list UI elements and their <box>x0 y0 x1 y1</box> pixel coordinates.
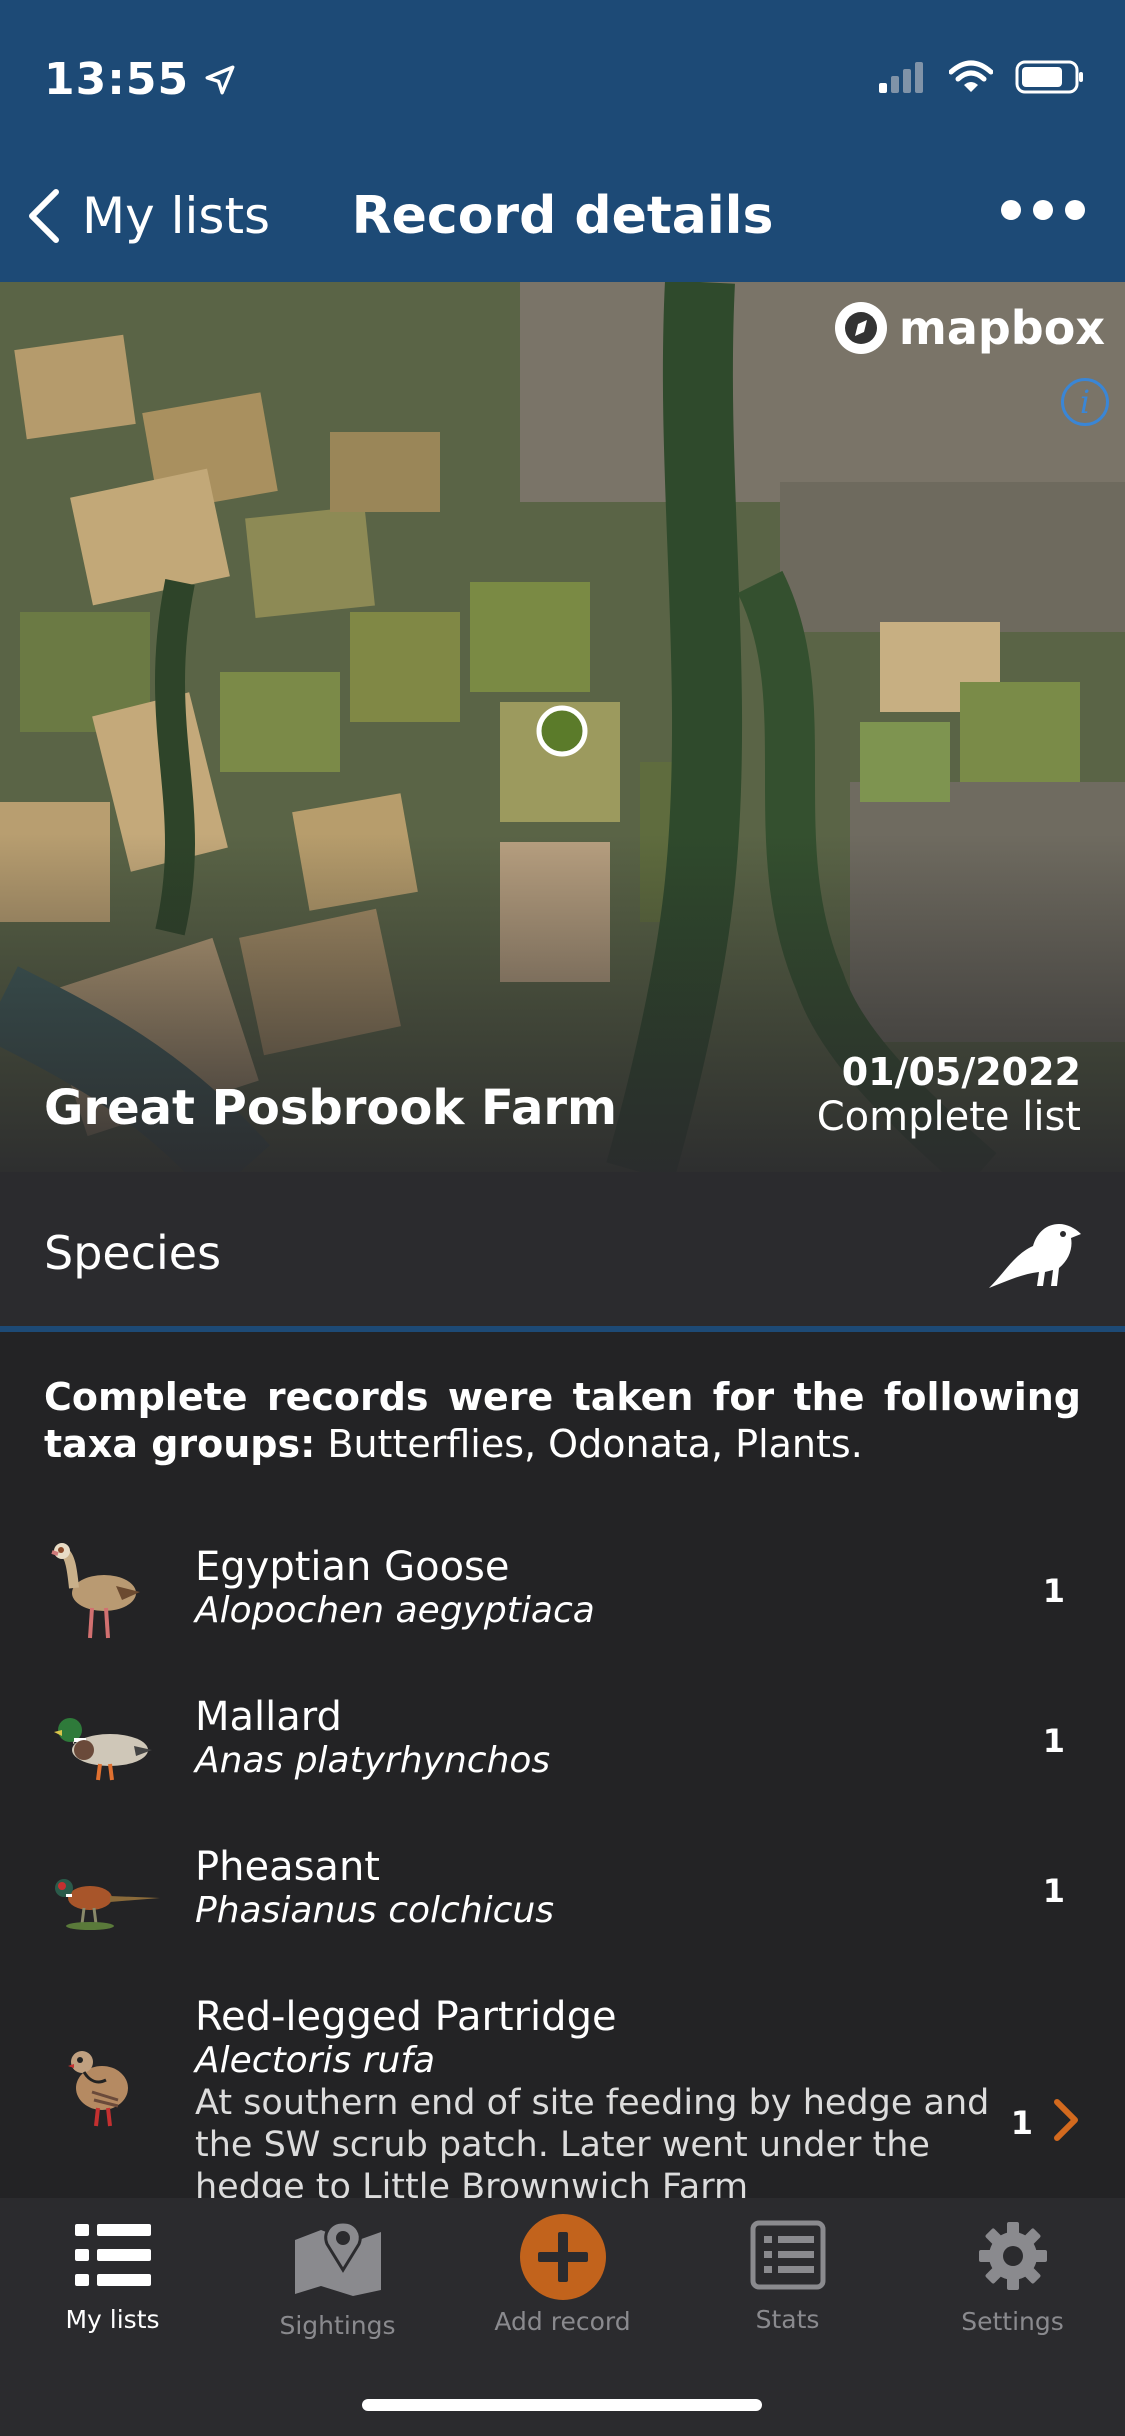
species-latin-name: Phasianus colchicus <box>195 1890 555 1931</box>
species-row-mallard[interactable]: Mallard Anas platyrhynchos 1 <box>0 1670 1125 1820</box>
species-count: 1 <box>1042 1572 1065 1610</box>
status-time: 13:55 <box>44 54 237 105</box>
species-latin-name: Anas platyrhynchos <box>195 1740 551 1781</box>
map-imagery <box>0 282 1125 1172</box>
species-row-pheasant[interactable]: Pheasant Phasianus colchicus 1 <box>0 1820 1125 1970</box>
tab-label: Settings <box>961 2307 1064 2336</box>
location-name: Great Posbrook Farm <box>44 1080 618 1136</box>
more-options-button[interactable] <box>1001 200 1085 220</box>
species-common-name: Pheasant <box>195 1844 380 1890</box>
species-note: At southern end of site feeding by hedge… <box>195 2083 990 2207</box>
app-header: 13:55 My lists Record details <box>0 0 1125 282</box>
species-row-red-legged-partridge[interactable]: Red-legged Partridge Alectoris rufa At s… <box>0 1970 1125 2207</box>
signal-icon <box>879 62 923 93</box>
satellite-map[interactable] <box>0 282 1125 1172</box>
species-count: 1 <box>1042 1872 1065 1910</box>
mapbox-logo: mapbox <box>833 300 1105 356</box>
record-list-type: Complete list <box>816 1094 1081 1140</box>
tab-settings[interactable]: Settings <box>900 2220 1125 2336</box>
tab-label: Add record <box>494 2307 631 2336</box>
location-arrow-icon <box>205 65 235 94</box>
battery-icon <box>1015 60 1083 94</box>
species-count: 1 <box>1010 2104 1033 2142</box>
map-marker-icon <box>294 2220 381 2296</box>
tab-sightings[interactable]: Sightings <box>225 2220 450 2340</box>
plus-circle-icon <box>519 2214 606 2300</box>
species-section-title: Species <box>44 1226 222 1280</box>
tab-label: Sightings <box>279 2311 396 2340</box>
mapbox-logo-icon <box>834 302 887 354</box>
bird-icon <box>989 1224 1081 1288</box>
gear-icon <box>978 2222 1047 2290</box>
mapbox-attribution: mapbox <box>898 301 1105 355</box>
species-common-name: Mallard <box>195 1694 342 1740</box>
species-count: 1 <box>1042 1722 1065 1760</box>
list-icon <box>74 2224 151 2286</box>
pheasant-thumbnail <box>55 1879 160 1930</box>
tab-label: My lists <box>65 2305 160 2334</box>
species-list: Egyptian Goose Alopochen aegyptiaca 1 Ma… <box>0 1520 1125 2207</box>
species-row-egyptian-goose[interactable]: Egyptian Goose Alopochen aegyptiaca 1 <box>0 1520 1125 1670</box>
record-date: 01/05/2022 <box>841 1050 1081 1094</box>
species-latin-name: Alectoris rufa <box>195 2040 436 2081</box>
chevron-right-icon <box>1054 2099 1078 2141</box>
red-legged-partridge-thumbnail <box>68 2051 128 2127</box>
species-section-header: Species <box>0 1172 1125 1332</box>
more-dot-icon <box>1001 200 1021 220</box>
egyptian-goose-thumbnail <box>51 1543 140 1639</box>
complete-records-groups: Butterflies, Odonata, Plants. <box>315 1422 863 1466</box>
species-common-name: Red-legged Partridge <box>195 1994 617 2040</box>
species-common-name: Egyptian Goose <box>195 1544 510 1590</box>
wifi-icon <box>949 60 993 92</box>
status-indicators <box>877 60 1085 94</box>
more-dot-icon <box>1033 200 1053 220</box>
tab-label: Stats <box>755 2305 820 2334</box>
stats-list-icon <box>750 2220 825 2290</box>
map-info-button[interactable]: i <box>1061 378 1109 426</box>
home-indicator[interactable] <box>362 2399 762 2411</box>
complete-records-note: Complete records were taken for the foll… <box>44 1374 1081 1468</box>
time-text: 13:55 <box>44 54 190 105</box>
tab-add-record[interactable]: Add record <box>450 2214 675 2336</box>
tab-stats[interactable]: Stats <box>675 2220 900 2334</box>
species-latin-name: Alopochen aegyptiaca <box>195 1590 595 1631</box>
mallard-thumbnail <box>54 1718 152 1781</box>
tab-my-lists[interactable]: My lists <box>0 2220 225 2334</box>
more-dot-icon <box>1065 200 1085 220</box>
page-title: Record details <box>351 186 774 246</box>
